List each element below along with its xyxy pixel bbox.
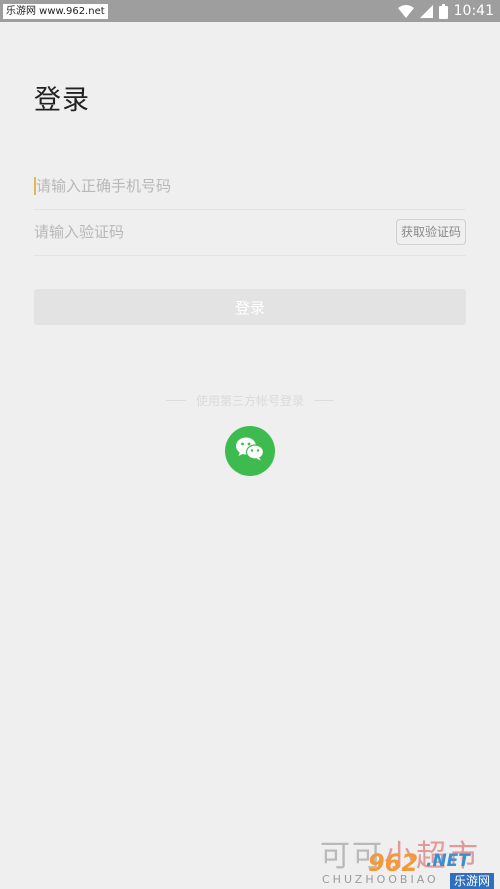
watermark-site-name: 乐游网	[449, 873, 494, 889]
watermark-site-number: 962	[368, 849, 419, 877]
phone-input[interactable]	[36, 163, 396, 209]
code-field: 获取验证码	[34, 209, 466, 256]
wechat-icon	[235, 436, 265, 466]
login-button[interactable]: 登录	[34, 289, 466, 325]
divider-line-right	[314, 400, 334, 401]
third-party-label: 使用第三方帐号登录	[195, 394, 304, 408]
wifi-icon	[397, 4, 414, 18]
phone-field	[34, 163, 466, 210]
status-icons: 10:41	[397, 0, 494, 22]
watermark-logo: 可可小超市 CHUZHOOBIAO 962 .NET 乐游网	[318, 831, 500, 889]
clock: 10:41	[453, 3, 494, 19]
watermark-site-suffix: .NET	[426, 851, 470, 871]
wechat-login-button[interactable]	[225, 426, 275, 476]
battery-icon	[438, 3, 448, 19]
site-watermark-label: 乐游网 www.962.net	[3, 4, 108, 19]
page-title: 登录	[34, 85, 90, 116]
status-bar: 乐游网 www.962.net 10:41	[0, 0, 500, 22]
get-code-button[interactable]: 获取验证码	[395, 219, 466, 245]
third-party-divider: 使用第三方帐号登录	[0, 392, 500, 409]
verification-code-input[interactable]	[34, 209, 394, 255]
signal-icon	[419, 4, 433, 18]
divider-line-left	[165, 400, 186, 401]
